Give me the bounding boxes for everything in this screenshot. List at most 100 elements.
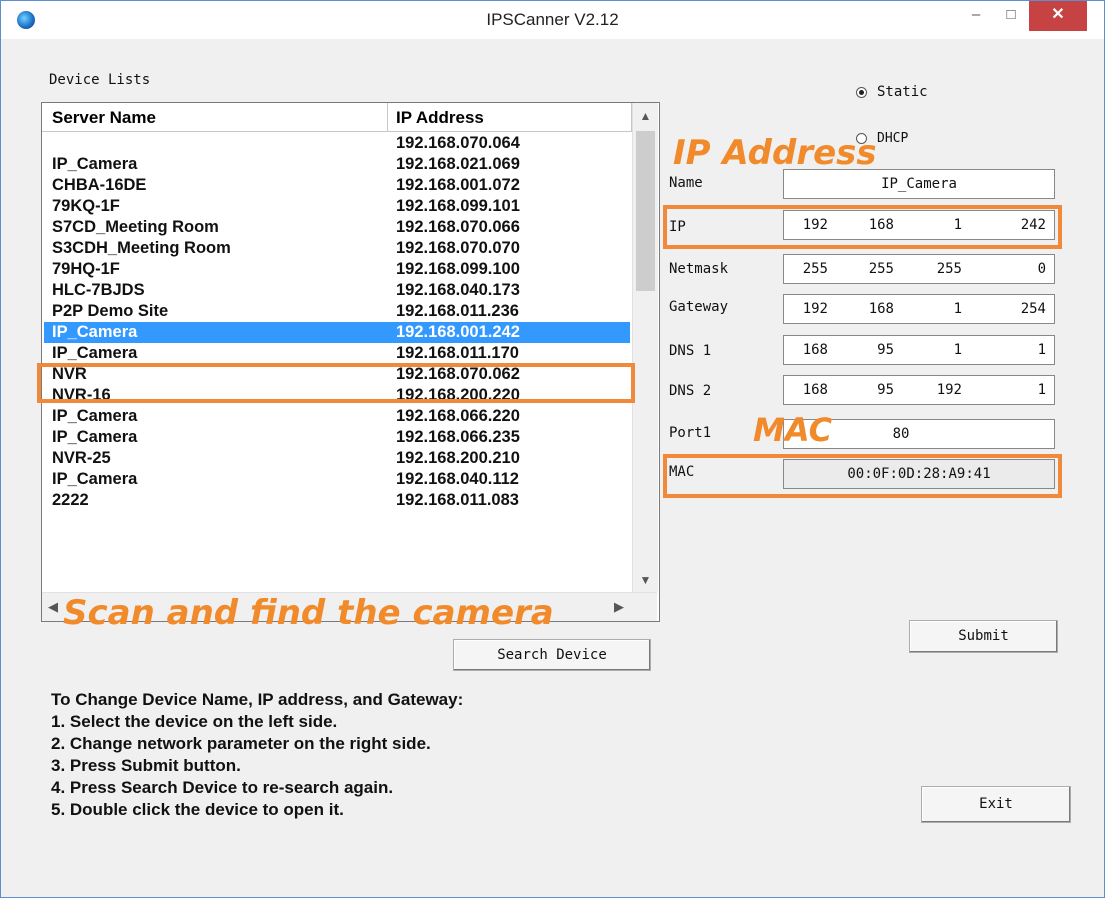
name-field[interactable]: IP_Camera xyxy=(783,169,1055,199)
ip-address-cell: 192.168.011.083 xyxy=(396,491,519,509)
table-row[interactable]: CHBA-16DE 192.168.001.072 xyxy=(42,175,632,196)
gateway-octet[interactable]: 1 xyxy=(912,301,962,317)
server-name-cell: IP_Camera xyxy=(52,470,138,488)
scroll-down-icon[interactable]: ▼ xyxy=(633,569,658,591)
scroll-left-icon[interactable]: ◀ xyxy=(42,593,64,621)
dns1-field[interactable]: 168 95 1 1 xyxy=(783,335,1055,365)
scroll-right-icon[interactable]: ▶ xyxy=(608,593,630,621)
instruction-line: 4. Press Search Device to re-search agai… xyxy=(51,778,394,797)
ip-address-cell: 192.168.021.069 xyxy=(396,155,520,173)
selected-row-highlight xyxy=(37,363,635,403)
ip-address-cell: 192.168.040.112 xyxy=(396,470,519,488)
close-button[interactable]: ✕ xyxy=(1029,1,1087,31)
dns1-octet[interactable]: 1 xyxy=(912,342,962,358)
submit-button[interactable]: Submit xyxy=(909,620,1058,653)
device-list[interactable]: Server Name IP Address 192.168.070.064 IP… xyxy=(41,102,660,622)
dns1-octet[interactable]: 1 xyxy=(996,342,1046,358)
title-bar[interactable]: IPSCanner V2.12 – □ ✕ xyxy=(1,1,1104,39)
dns1-octet[interactable]: 168 xyxy=(778,342,828,358)
server-name-cell: IP_Camera xyxy=(52,407,138,425)
ip-address-annotation: IP Address xyxy=(673,133,877,173)
table-row[interactable]: S3CDH_Meeting Room 192.168.070.070 xyxy=(42,238,632,259)
table-row[interactable]: NVR-25 192.168.200.210 xyxy=(42,448,632,469)
ip-address-cell: 192.168.001.072 xyxy=(396,176,520,194)
server-name-cell: S3CDH_Meeting Room xyxy=(52,239,231,257)
ip-address-cell: 192.168.070.066 xyxy=(396,218,520,236)
column-header-server-name[interactable]: Server Name xyxy=(42,103,388,131)
gateway-octet[interactable]: 192 xyxy=(778,301,828,317)
minimize-button[interactable]: – xyxy=(959,1,993,31)
server-name-cell: IP_Camera xyxy=(52,344,138,362)
netmask-label: Netmask xyxy=(669,261,729,277)
gateway-field[interactable]: 192 168 1 254 xyxy=(783,294,1055,324)
netmask-octet[interactable]: 255 xyxy=(912,261,962,277)
gateway-octet[interactable]: 168 xyxy=(844,301,894,317)
netmask-octet[interactable]: 255 xyxy=(844,261,894,277)
table-row[interactable]: 79HQ-1F 192.168.099.100 xyxy=(42,259,632,280)
table-row[interactable]: HLC-7BJDS 192.168.040.173 xyxy=(42,280,632,301)
static-radio-label: Static xyxy=(877,84,928,100)
list-header: Server Name IP Address xyxy=(42,103,632,132)
name-label: Name xyxy=(669,175,703,191)
instruction-line: To Change Device Name, IP address, and G… xyxy=(51,690,464,709)
netmask-octet[interactable]: 255 xyxy=(778,261,828,277)
ip-address-cell: 192.168.001.242 xyxy=(396,323,520,341)
ip-address-cell: 192.168.040.173 xyxy=(396,281,520,299)
table-row[interactable]: IP_Camera 192.168.040.112 xyxy=(42,469,632,490)
server-name-cell: 79HQ-1F xyxy=(52,260,120,278)
gateway-octet[interactable]: 254 xyxy=(996,301,1046,317)
list-rows: 192.168.070.064 IP_Camera 192.168.021.069 C… xyxy=(42,133,632,511)
dns2-octet[interactable]: 1 xyxy=(996,382,1046,398)
dns2-field[interactable]: 168 95 192 1 xyxy=(783,375,1055,405)
netmask-octet[interactable]: 0 xyxy=(996,261,1046,277)
ip-address-cell: 192.168.200.210 xyxy=(396,449,520,467)
table-row[interactable]: 2222 192.168.011.083 xyxy=(42,490,632,511)
radio-checked-icon xyxy=(856,86,867,98)
netmask-field[interactable]: 255 255 255 0 xyxy=(783,254,1055,284)
dns1-octet[interactable]: 95 xyxy=(844,342,894,358)
ip-address-cell: 192.168.099.101 xyxy=(396,197,520,215)
table-row[interactable]: 79KQ-1F 192.168.099.101 xyxy=(42,196,632,217)
exit-button[interactable]: Exit xyxy=(921,786,1071,823)
ip-address-cell: 192.168.066.235 xyxy=(396,428,520,446)
dns2-label: DNS 2 xyxy=(669,383,712,399)
maximize-button[interactable]: □ xyxy=(994,1,1028,31)
scan-annotation: Scan and find the camera xyxy=(63,593,554,633)
instructions: To Change Device Name, IP address, and G… xyxy=(51,689,463,821)
server-name-cell: 79KQ-1F xyxy=(52,197,120,215)
server-name-cell: 2222 xyxy=(52,491,89,509)
server-name-cell: NVR-25 xyxy=(52,449,111,467)
table-row[interactable]: S7CD_Meeting Room 192.168.070.066 xyxy=(42,217,632,238)
table-row[interactable]: IP_Camera 192.168.001.242 xyxy=(44,322,630,343)
table-row[interactable]: IP_Camera 192.168.066.220 xyxy=(42,406,632,427)
app-window: IPSCanner V2.12 – □ ✕ Device Lists Serve… xyxy=(0,0,1105,898)
server-name-cell: CHBA-16DE xyxy=(52,176,147,194)
dns1-label: DNS 1 xyxy=(669,343,712,359)
dns2-octet[interactable]: 168 xyxy=(778,382,828,398)
scroll-thumb[interactable] xyxy=(636,131,655,291)
static-radio[interactable]: Static xyxy=(856,84,928,100)
table-row[interactable]: IP_Camera 192.168.011.170 xyxy=(42,343,632,364)
server-name-cell: IP_Camera xyxy=(52,155,138,173)
server-name-cell: IP_Camera xyxy=(52,323,138,341)
dns2-octet[interactable]: 192 xyxy=(912,382,962,398)
table-row[interactable]: IP_Camera 192.168.021.069 xyxy=(42,154,632,175)
table-row[interactable]: 192.168.070.064 xyxy=(42,133,632,154)
vertical-scrollbar[interactable]: ▲ ▼ xyxy=(632,103,658,592)
column-header-ip-address[interactable]: IP Address xyxy=(388,103,632,131)
table-row[interactable]: P2P Demo Site 192.168.011.236 xyxy=(42,301,632,322)
server-name-cell: HLC-7BJDS xyxy=(52,281,145,299)
scroll-up-icon[interactable]: ▲ xyxy=(633,105,658,127)
instruction-line: 1. Select the device on the left side. xyxy=(51,712,338,731)
search-device-button[interactable]: Search Device xyxy=(453,639,651,671)
mac-annotation: MAC xyxy=(753,411,833,449)
server-name-cell: P2P Demo Site xyxy=(52,302,169,320)
server-name-cell: IP_Camera xyxy=(52,428,138,446)
table-row[interactable]: IP_Camera 192.168.066.235 xyxy=(42,427,632,448)
ip-highlight-box xyxy=(663,205,1062,249)
ip-address-cell: 192.168.070.070 xyxy=(396,239,520,257)
ip-address-cell: 192.168.070.064 xyxy=(396,134,520,152)
ip-address-cell: 192.168.011.170 xyxy=(396,344,519,362)
dns2-octet[interactable]: 95 xyxy=(844,382,894,398)
mac-highlight-box xyxy=(663,454,1062,498)
